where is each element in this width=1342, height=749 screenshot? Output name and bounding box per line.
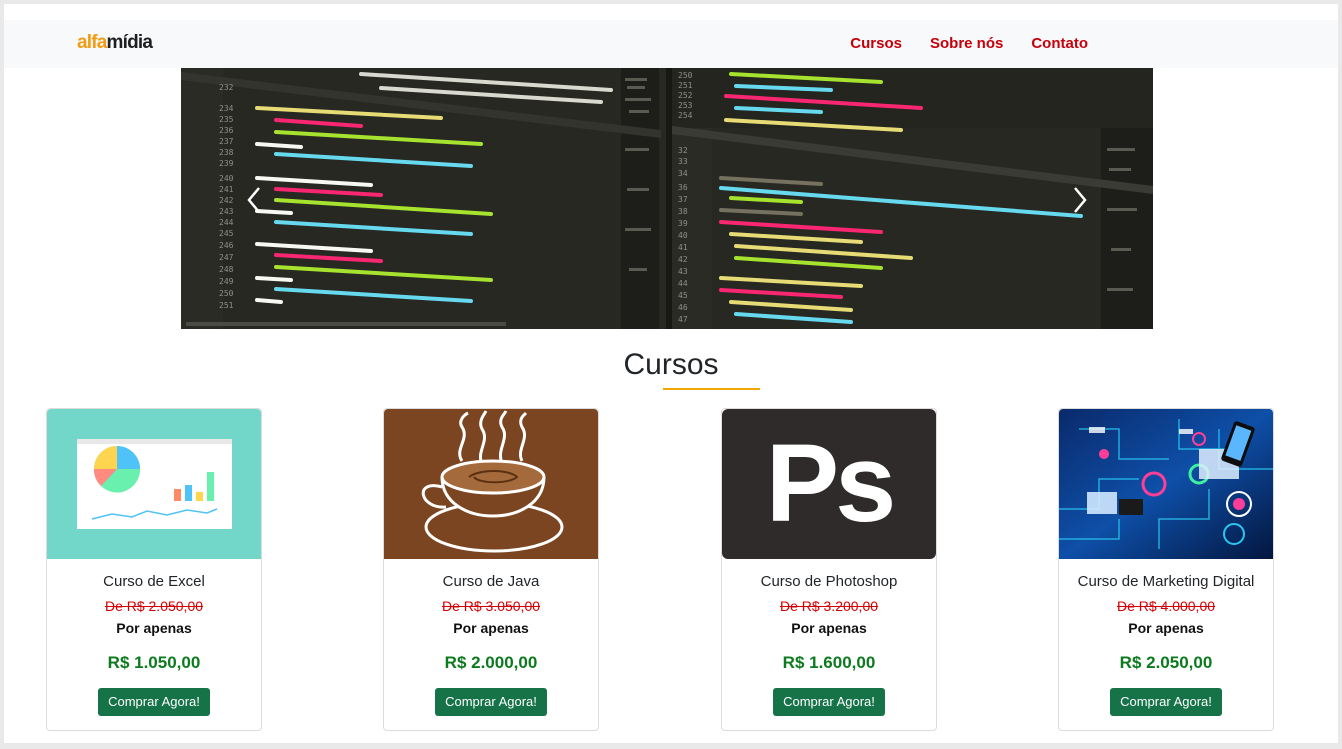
- svg-text:Ps: Ps: [766, 422, 893, 545]
- svg-text:47: 47: [678, 315, 688, 324]
- svg-text:36: 36: [678, 183, 688, 192]
- svg-text:243: 243: [219, 207, 234, 216]
- svg-text:45: 45: [678, 291, 688, 300]
- svg-text:41: 41: [678, 243, 688, 252]
- excel-course-image: [47, 409, 261, 559]
- svg-text:244: 244: [219, 218, 234, 227]
- svg-text:239: 239: [219, 159, 234, 168]
- nav-link-contato[interactable]: Contato: [1031, 34, 1088, 54]
- course-title: Curso de Excel: [103, 573, 205, 590]
- svg-text:249: 249: [219, 277, 234, 286]
- svg-text:251: 251: [219, 301, 234, 310]
- svg-text:245: 245: [219, 229, 234, 238]
- price-label: Por apenas: [116, 620, 192, 636]
- svg-text:242: 242: [219, 196, 234, 205]
- svg-text:250: 250: [219, 289, 234, 298]
- course-card-excel: Curso de Excel De R$ 2.050,00 Por apenas…: [46, 408, 262, 731]
- svg-text:235: 235: [219, 115, 234, 124]
- buy-button[interactable]: Comprar Agora!: [1110, 688, 1222, 716]
- navbar: alfamídia Cursos Sobre nós Contato: [4, 20, 1338, 68]
- brand-logo[interactable]: alfamídia: [77, 32, 153, 53]
- svg-text:43: 43: [678, 267, 688, 276]
- svg-text:46: 46: [678, 303, 688, 312]
- carousel-prev-button[interactable]: [239, 180, 269, 220]
- svg-text:37: 37: [678, 195, 688, 204]
- svg-text:241: 241: [219, 185, 234, 194]
- section-title: Cursos: [623, 348, 719, 381]
- svg-text:234: 234: [219, 104, 234, 113]
- page: alfamídia Cursos Sobre nós Contato 232 2…: [4, 4, 1338, 743]
- old-price: De R$ 4.000,00: [1116, 598, 1216, 614]
- java-course-image: [384, 409, 598, 559]
- svg-text:246: 246: [219, 241, 234, 250]
- current-price: R$ 2.000,00: [444, 653, 538, 672]
- svg-text:238: 238: [219, 148, 234, 157]
- svg-text:253: 253: [678, 101, 693, 110]
- svg-text:236: 236: [219, 126, 234, 135]
- current-price: R$ 1.600,00: [782, 653, 876, 672]
- chevron-right-icon: [1074, 187, 1087, 213]
- svg-text:248: 248: [219, 265, 234, 274]
- svg-text:240: 240: [219, 174, 234, 183]
- photoshop-course-image: Ps: [722, 409, 936, 559]
- marketing-course-image: [1059, 409, 1273, 559]
- svg-text:40: 40: [678, 231, 688, 240]
- carousel-next-button[interactable]: [1065, 180, 1095, 220]
- current-price: R$ 2.050,00: [1119, 653, 1213, 672]
- price-label: Por apenas: [453, 620, 529, 636]
- old-price: De R$ 3.050,00: [441, 598, 541, 614]
- nav-link-sobre-nos[interactable]: Sobre nós: [930, 34, 1003, 54]
- buy-button[interactable]: Comprar Agora!: [98, 688, 210, 716]
- brand-logo-part2: mídia: [106, 32, 153, 53]
- course-card-marketing: Curso de Marketing Digital De R$ 4.000,0…: [1058, 408, 1274, 731]
- brand-logo-part1: alfa: [77, 32, 107, 53]
- svg-text:237: 237: [219, 137, 234, 146]
- svg-text:33: 33: [678, 157, 688, 166]
- svg-text:232: 232: [219, 83, 234, 92]
- chevron-left-icon: [247, 187, 260, 213]
- course-title: Curso de Photoshop: [760, 573, 898, 590]
- svg-text:42: 42: [678, 255, 688, 264]
- course-title: Curso de Marketing Digital: [1077, 573, 1255, 590]
- svg-text:34: 34: [678, 169, 688, 178]
- buy-button[interactable]: Comprar Agora!: [435, 688, 547, 716]
- svg-text:251: 251: [678, 81, 693, 90]
- svg-text:44: 44: [678, 279, 688, 288]
- course-title: Curso de Java: [442, 573, 540, 590]
- carousel-code-image: 232234235 236237238 239240241 242243244 …: [181, 68, 1153, 329]
- course-card-photoshop: Ps Curso de Photoshop De R$ 3.200,00 Por…: [721, 408, 937, 731]
- course-card-java: Curso de Java De R$ 3.050,00 Por apenas …: [383, 408, 599, 731]
- section-title-underline: [663, 388, 760, 390]
- nav-links: Cursos Sobre nós Contato: [850, 34, 1088, 54]
- svg-text:250: 250: [678, 71, 693, 80]
- hero-carousel: 232 234 235 236 237 238 239 240 241 242 243 244 …: [181, 68, 1153, 329]
- price-label: Por apenas: [1128, 620, 1204, 636]
- svg-text:32: 32: [678, 146, 688, 155]
- buy-button[interactable]: Comprar Agora!: [773, 688, 885, 716]
- current-price: R$ 1.050,00: [107, 653, 201, 672]
- nav-link-cursos[interactable]: Cursos: [850, 34, 902, 54]
- svg-text:247: 247: [219, 253, 234, 262]
- svg-text:252: 252: [678, 91, 693, 100]
- old-price: De R$ 3.200,00: [779, 598, 879, 614]
- svg-text:38: 38: [678, 207, 688, 216]
- price-label: Por apenas: [791, 620, 867, 636]
- svg-text:254: 254: [678, 111, 693, 120]
- old-price: De R$ 2.050,00: [104, 598, 204, 614]
- svg-text:39: 39: [678, 219, 688, 228]
